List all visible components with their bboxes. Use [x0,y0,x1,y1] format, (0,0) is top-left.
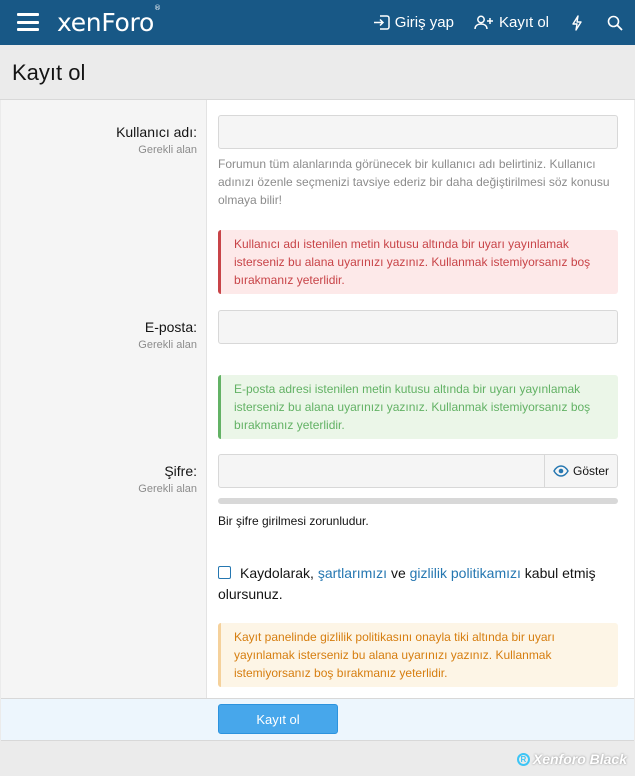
login-label: Giriş yap [394,14,454,31]
agree-middle: ve [390,565,406,581]
agree-prefix: Kaydolarak, [240,565,314,581]
show-password-label: Göster [572,464,609,478]
login-icon [373,15,390,30]
agreement-notice: Kayıt panelinde gizlilik politikasını on… [218,623,618,687]
terms-link[interactable]: şartlarımızı [318,565,387,581]
watermark-text: Xenforo Black [532,751,627,767]
password-field: Göster [218,454,618,488]
form-label-column [1,100,207,698]
watermark-logo-icon: R [516,752,530,766]
email-label: E-posta: [144,319,197,335]
register-submit-button[interactable]: Kayıt ol [218,704,338,734]
password-label-group: Şifre: Gerekli alan [138,463,197,495]
password-label: Şifre: [164,463,197,479]
password-input[interactable] [218,454,545,488]
password-strength-meter [218,498,618,504]
menu-icon[interactable] [17,13,39,31]
register-label: Kayıt ol [498,14,549,31]
show-password-button[interactable]: Göster [544,454,618,488]
email-label-group: E-posta: Gerekli alan [138,319,197,351]
username-input[interactable] [218,115,618,149]
whats-new-button[interactable] [559,0,595,45]
password-strength-fill [219,499,617,503]
password-required-hint: Gerekli alan [138,483,197,495]
top-navigation-bar: xenForo® Giriş yap Kayıt ol [0,0,635,45]
page-header: Kayıt ol [0,45,635,100]
whats-new-icon [572,14,582,31]
site-logo[interactable]: xenForo® [57,4,161,37]
agree-checkbox[interactable] [218,566,231,579]
register-icon [474,15,493,30]
email-required-hint: Gerekli alan [138,339,197,351]
watermark: R Xenforo Black [516,751,627,767]
username-explain: Forumun tüm alanlarında görünecek bir ku… [218,157,610,207]
username-notice: Kullanıcı adı istenilen metin kutusu alt… [218,230,618,294]
username-required-hint: Gerekli alan [138,144,197,156]
privacy-link[interactable]: gizlilik politikamızı [410,565,521,581]
register-link[interactable]: Kayıt ol [464,0,559,45]
username-label: Kullanıcı adı: [116,124,197,140]
page-title: Kayıt ol [12,60,86,85]
nav-right: Giriş yap Kayıt ol [363,0,635,45]
agreement-row: Kaydolarak, şartlarımızı ve gizlilik pol… [218,563,623,605]
search-button[interactable] [595,0,635,45]
email-input[interactable] [218,310,618,344]
eye-icon [553,465,569,477]
search-icon [607,15,623,31]
email-notice: E-posta adresi istenilen metin kutusu al… [218,375,618,439]
password-strength-text: Bir şifre girilmesi zorunludur. [218,514,369,528]
username-label-group: Kullanıcı adı: Gerekli alan [116,124,197,156]
login-link[interactable]: Giriş yap [363,0,464,45]
